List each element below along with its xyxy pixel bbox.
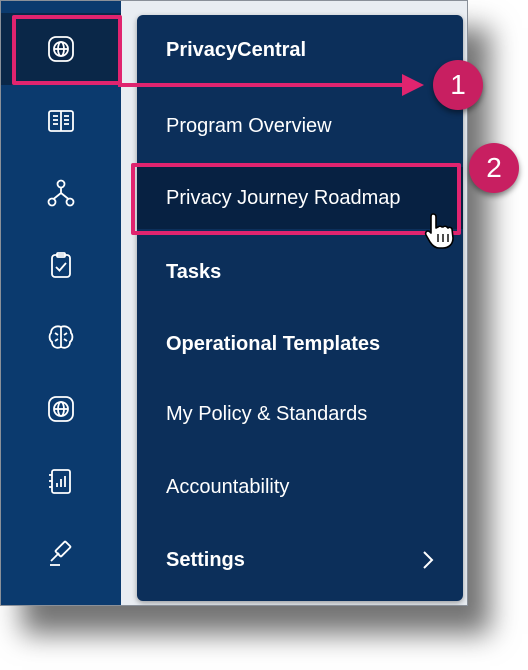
chevron-right-icon [423, 551, 434, 569]
highlight-box-2 [131, 163, 461, 235]
rail-item-brain[interactable] [1, 301, 121, 373]
menu-item-my-policy-standards[interactable]: My Policy & Standards [137, 383, 463, 445]
menu-item-operational-templates[interactable]: Operational Templates [137, 313, 463, 375]
icon-sidebar [1, 1, 121, 605]
settings-label: Settings [166, 548, 245, 571]
hand-cursor-icon [424, 213, 454, 249]
step-badge-1: 1 [433, 60, 483, 110]
arrow-annotation [118, 74, 424, 96]
hierarchy-icon [47, 179, 75, 207]
rail-item-tasks[interactable] [1, 229, 121, 301]
menu-item-accountability[interactable]: Accountability [137, 456, 463, 518]
book-icon [48, 110, 74, 132]
gavel-icon [50, 540, 72, 566]
globe-icon [48, 396, 74, 422]
rail-item-book[interactable] [1, 85, 121, 157]
brain-icon [48, 325, 74, 349]
rail-item-gavel[interactable] [1, 517, 121, 589]
menu-item-program-overview[interactable]: Program Overview [137, 95, 463, 157]
report-icon [49, 469, 71, 494]
rail-item-globe[interactable] [1, 373, 121, 445]
highlight-box-1 [12, 15, 122, 85]
menu-item-tasks[interactable]: Tasks [137, 241, 463, 303]
clipboard-check-icon [51, 252, 71, 278]
rail-item-report[interactable] [1, 445, 121, 517]
step-badge-2: 2 [469, 143, 519, 193]
rail-item-hierarchy[interactable] [1, 157, 121, 229]
menu-item-settings[interactable]: Settings [137, 529, 463, 591]
flyout-menu: PrivacyCentral Program Overview Privacy … [137, 15, 463, 601]
